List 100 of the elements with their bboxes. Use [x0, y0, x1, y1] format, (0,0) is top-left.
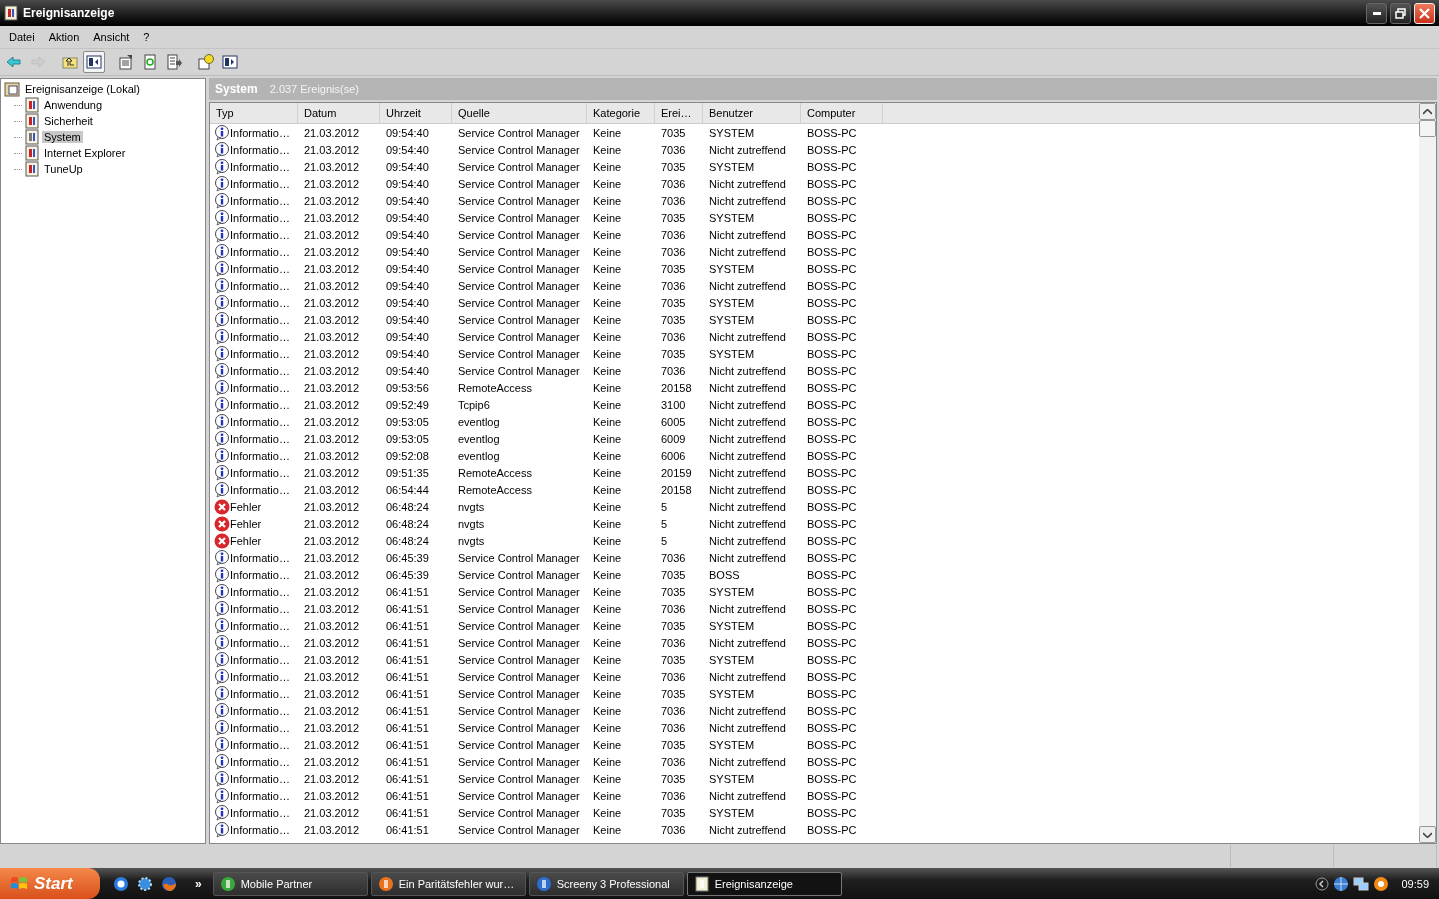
table-cell: 21.03.2012	[304, 381, 360, 394]
menu-item[interactable]: Ansicht	[86, 31, 137, 43]
tree-item[interactable]: Internet Explorer	[42, 147, 128, 159]
table-cell: Keine	[593, 500, 622, 513]
table-cell: 7036	[661, 245, 686, 258]
table-cell: Informatio…	[230, 466, 290, 479]
table-cell: 7035	[661, 211, 686, 224]
taskbar-button[interactable]: Mobile Partner	[212, 871, 368, 896]
column-header[interactable]: Datum	[298, 103, 380, 123]
vertical-scrollbar[interactable]	[1419, 103, 1436, 843]
table-cell: 21.03.2012	[304, 721, 360, 734]
column-header[interactable]: Kategorie	[587, 103, 655, 123]
minimize-button[interactable]	[1366, 2, 1387, 24]
table-cell: BOSS	[709, 568, 740, 581]
column-header[interactable]: Erei…	[655, 103, 703, 123]
log-book-icon	[693, 875, 710, 892]
table-cell: Keine	[593, 313, 622, 326]
menu-item[interactable]: Datei	[2, 31, 42, 43]
log-book-icon	[25, 145, 39, 161]
column-header[interactable]: Quelle	[452, 103, 587, 123]
table-cell: Service Control Manager	[458, 330, 580, 343]
table-cell: Service Control Manager	[458, 772, 580, 785]
table-cell: Nicht zutreffend	[709, 704, 786, 717]
menu-item[interactable]: ?	[136, 31, 157, 43]
tree-item[interactable]: Sicherheit	[42, 115, 95, 127]
tree-item[interactable]: TuneUp	[42, 163, 85, 175]
table-cell: 21.03.2012	[304, 432, 360, 445]
pane-title: System	[215, 82, 258, 96]
table-cell: BOSS-PC	[807, 806, 857, 819]
table-cell: Service Control Manager	[458, 347, 580, 360]
table-cell: 7036	[661, 194, 686, 207]
column-header[interactable]: Benutzer	[703, 103, 801, 123]
table-cell: BOSS-PC	[807, 398, 857, 411]
table-cell: Keine	[593, 466, 622, 479]
column-header[interactable]: Typ	[210, 103, 298, 123]
log-book-icon	[4, 5, 18, 21]
table-cell: Informatio…	[230, 568, 290, 581]
table-cell: Keine	[593, 211, 622, 224]
network-icon[interactable]	[1353, 875, 1370, 892]
table-cell: 7036	[661, 755, 686, 768]
globe-icon[interactable]	[1333, 875, 1350, 892]
table-cell: Keine	[593, 177, 622, 190]
table-cell: Nicht zutreffend	[709, 721, 786, 734]
table-cell: BOSS-PC	[807, 211, 857, 224]
table-cell: Keine	[593, 330, 622, 343]
chevron-left-icon[interactable]	[1315, 876, 1330, 891]
column-header[interactable]: Computer	[801, 103, 883, 123]
tree-item[interactable]: Ereignisanzeige (Lokal)	[23, 83, 142, 95]
table-cell: 06:41:51	[386, 704, 429, 717]
taskbar-button[interactable]: Screeny 3 Professional	[528, 871, 684, 896]
table-cell: Informatio…	[230, 262, 290, 275]
table-cell: SYSTEM	[709, 160, 755, 173]
table-cell: SYSTEM	[709, 619, 755, 632]
tree-item[interactable]: System	[42, 131, 83, 143]
table-cell: 09:54:40	[386, 347, 429, 360]
table-cell: Nicht zutreffend	[709, 143, 786, 156]
scroll-thumb[interactable]	[1419, 120, 1436, 137]
table-cell: Service Control Manager	[458, 126, 580, 139]
table-cell: 09:54:40	[386, 364, 429, 377]
table-cell: 21.03.2012	[304, 517, 360, 530]
restore-button[interactable]	[1390, 2, 1411, 24]
taskbar-button[interactable]: Ein Paritätsfehler wur…	[370, 871, 526, 896]
table-cell: 09:54:40	[386, 313, 429, 326]
help-icon[interactable]	[195, 51, 217, 73]
table-cell: Informatio…	[230, 602, 290, 615]
menu-item[interactable]: Aktion	[41, 31, 87, 43]
table-cell: 21.03.2012	[304, 534, 360, 547]
ring-icon[interactable]	[1373, 875, 1390, 892]
tree-toggle-icon[interactable]	[83, 51, 105, 73]
tree-item[interactable]: Anwendung	[42, 99, 105, 111]
table-cell: 06:54:44	[386, 483, 429, 496]
table-cell: Keine	[593, 636, 622, 649]
table-cell: Informatio…	[230, 160, 290, 173]
table-cell: 7035	[661, 313, 686, 326]
table-cell: BOSS-PC	[807, 585, 857, 598]
table-cell: 7036	[661, 636, 686, 649]
browser-icon[interactable]	[113, 875, 129, 892]
table-cell: BOSS-PC	[807, 721, 857, 734]
table-cell: 06:41:51	[386, 806, 429, 819]
scroll-up-icon[interactable]	[1423, 108, 1432, 115]
table-cell: Nicht zutreffend	[709, 755, 786, 768]
column-header[interactable]: Uhrzeit	[380, 103, 452, 123]
table-cell: 09:54:40	[386, 330, 429, 343]
table-cell: 20158	[661, 381, 692, 394]
table-cell: Keine	[593, 194, 622, 207]
table-cell: 7036	[661, 823, 686, 836]
taskbar-button[interactable]: Ereignisanzeige	[686, 871, 842, 896]
table-cell: BOSS-PC	[807, 789, 857, 802]
more-chevron[interactable]: »	[195, 876, 202, 891]
table-cell: Keine	[593, 653, 622, 666]
table-cell: 7036	[661, 704, 686, 717]
scroll-down-icon[interactable]	[1423, 831, 1432, 838]
table-cell: Informatio…	[230, 126, 290, 139]
close-icon	[1419, 7, 1430, 19]
table-cell: Keine	[593, 160, 622, 173]
table-cell: Service Control Manager	[458, 245, 580, 258]
table-cell: BOSS-PC	[807, 126, 857, 139]
table-cell: 21.03.2012	[304, 806, 360, 819]
minimize-icon	[1372, 11, 1381, 15]
close-button[interactable]	[1414, 2, 1435, 24]
